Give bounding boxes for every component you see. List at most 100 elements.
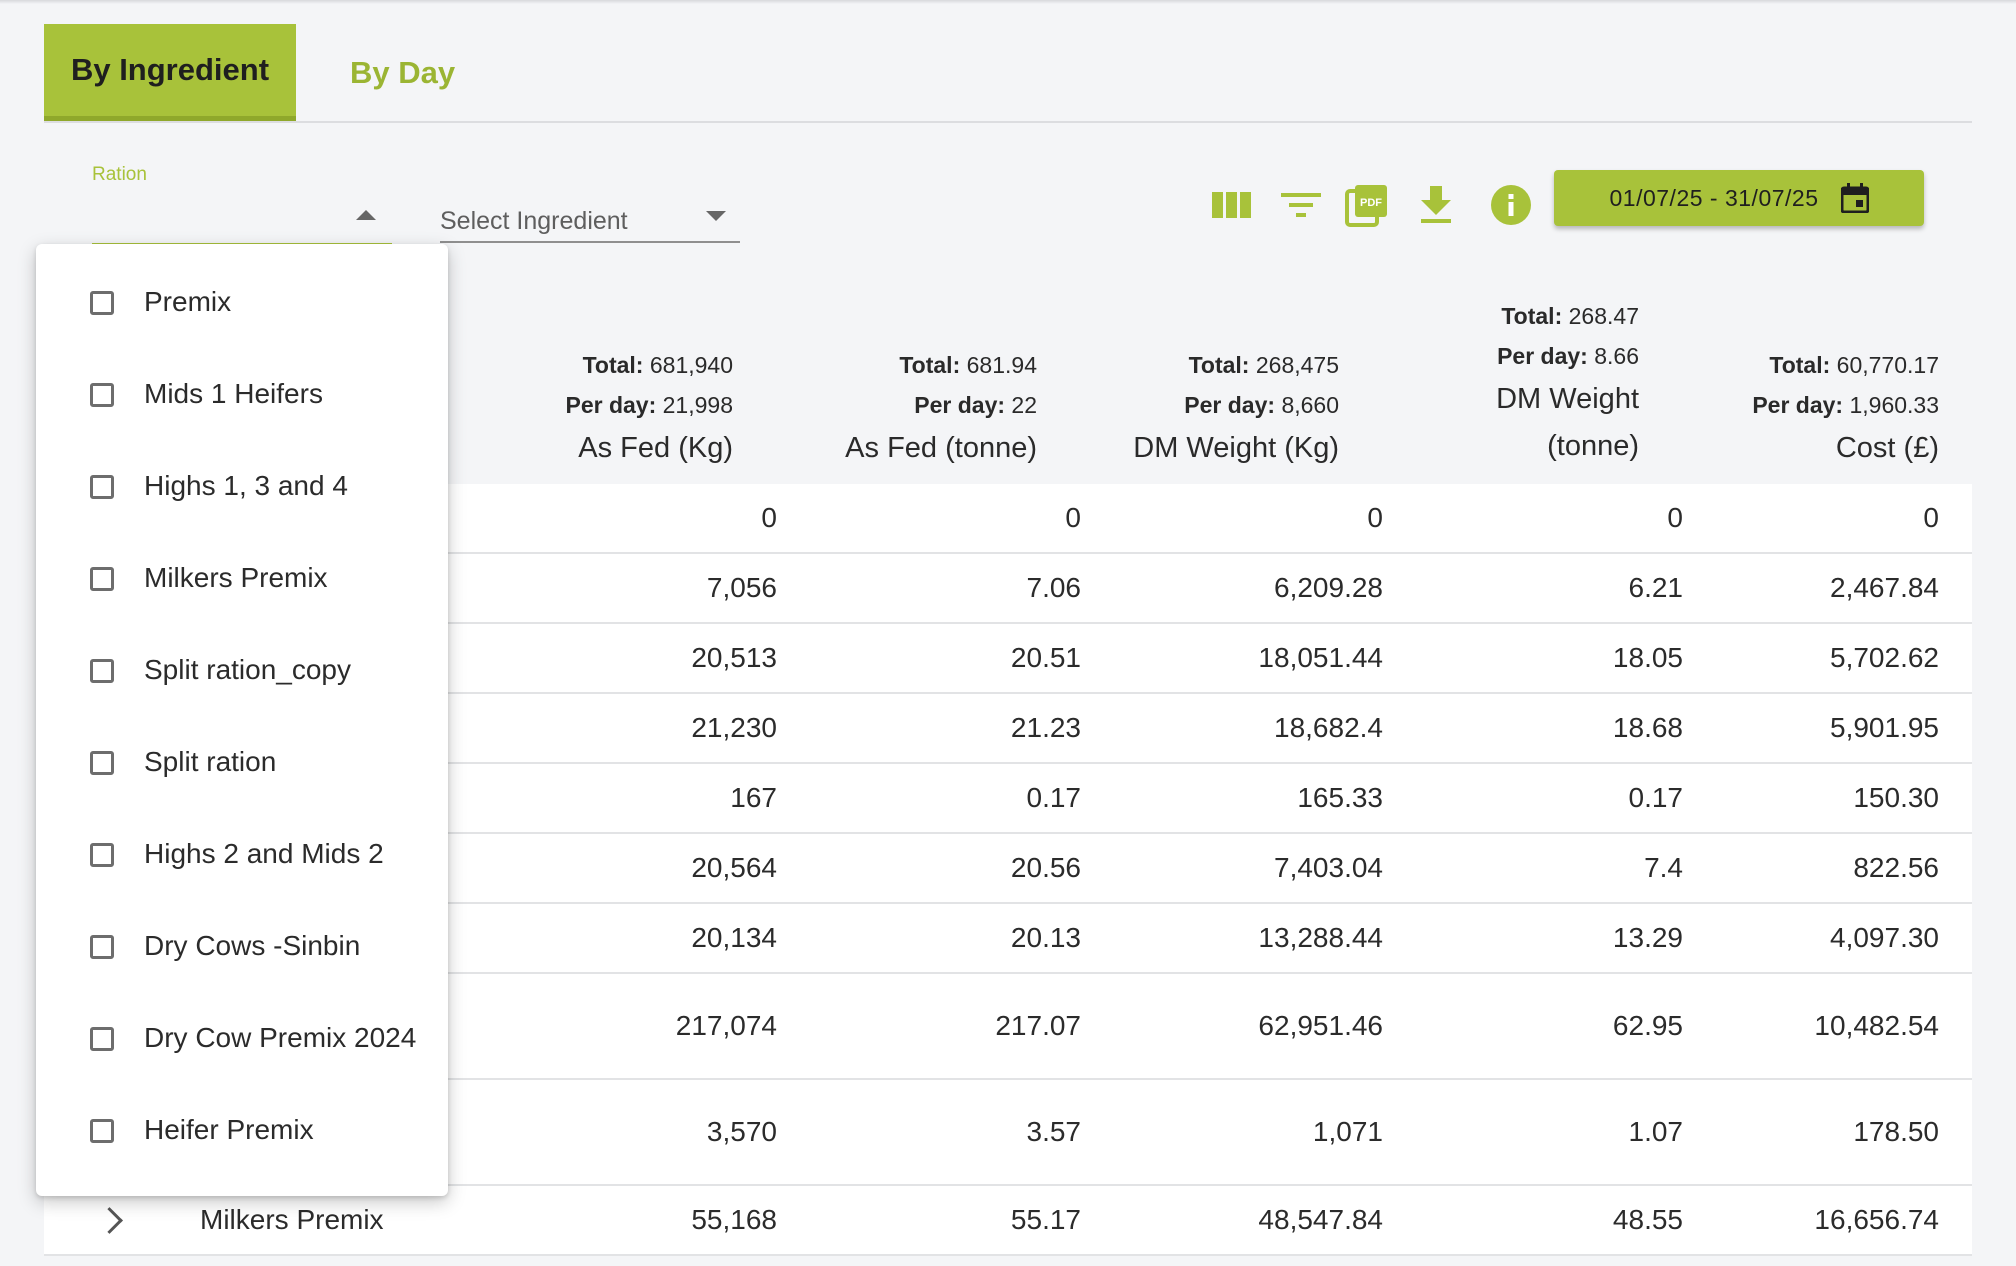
column-header-asfed-kg: Total: 681,940 Per day: 21,998 As Fed (K…	[565, 345, 733, 472]
checkbox[interactable]	[90, 291, 114, 315]
cell-asfed-tonne: 20.13	[1010, 922, 1081, 953]
column-title[interactable]: As Fed (tonne)	[845, 425, 1037, 472]
ration-option[interactable]: Milkers Premix	[36, 534, 448, 626]
perday-line: Per day: 21,998	[565, 392, 733, 418]
cell-asfed-tonne: 7.06	[1026, 572, 1082, 603]
total-line: Total: 268,475	[1188, 352, 1339, 378]
cell-asfed-tonne: 20.56	[1010, 852, 1081, 883]
ration-option[interactable]: Mids 1 Heifers	[36, 350, 448, 442]
checkbox[interactable]	[90, 1119, 114, 1143]
cell-dm-tonne: 6.21	[1628, 572, 1684, 603]
column-header-dm-tonne: Total: 268.47 Per day: 8.66 DM Weight (t…	[1496, 296, 1639, 470]
column-title[interactable]: DM Weight (Kg)	[1133, 425, 1339, 472]
ration-option[interactable]: Premix	[36, 258, 448, 350]
cell-asfed-kg: 0	[761, 502, 777, 533]
cell-dm-tonne: 0.17	[1628, 782, 1684, 813]
tab-by-ingredient[interactable]: By Ingredient	[44, 24, 296, 121]
perday-line: Per day: 1,960.33	[1752, 392, 1939, 418]
cell-dm-kg: 13,288.44	[1258, 922, 1383, 953]
date-range-button[interactable]: 01/07/25 - 31/07/25	[1554, 170, 1924, 226]
cell-asfed-tonne: 3.57	[1026, 1116, 1082, 1147]
cell-asfed-kg: 55,168	[691, 1204, 777, 1235]
cell-asfed-tonne: 21.23	[1010, 712, 1081, 743]
ingredient-select[interactable]: Select Ingredient	[440, 195, 740, 243]
cell-cost: 150.30	[1853, 782, 1939, 813]
cell-asfed-kg: 7,056	[706, 572, 777, 603]
cell-dm-tonne: 1.07	[1628, 1116, 1684, 1147]
calendar-icon	[1840, 183, 1869, 213]
cell-asfed-kg: 20,513	[691, 642, 777, 673]
cell-dm-kg: 62,951.46	[1258, 1010, 1383, 1041]
option-label: Split ration_copy	[144, 654, 352, 685]
ration-option[interactable]: Dry Cows -Sinbin	[36, 902, 448, 994]
column-header-asfed-tonne: Total: 681.94 Per day: 22 As Fed (tonne)	[845, 345, 1037, 472]
cell-asfed-kg: 217,074	[675, 1010, 777, 1041]
cell-dm-kg: 165.33	[1297, 782, 1383, 813]
caret-up-icon[interactable]	[356, 210, 376, 220]
total-line: Total: 60,770.17	[1769, 352, 1939, 378]
cell-dm-kg: 18,682.4	[1274, 712, 1383, 743]
cell-asfed-tonne: 20.51	[1010, 642, 1081, 673]
cell-asfed-tonne: 0.17	[1026, 782, 1082, 813]
column-title[interactable]: Cost (£)	[1752, 425, 1939, 472]
ration-option[interactable]: Highs 1, 3 and 4	[36, 442, 448, 534]
ration-option[interactable]: Heifer Premix	[36, 1086, 448, 1178]
cell-dm-kg: 48,547.84	[1258, 1204, 1383, 1235]
download-icon[interactable]	[1413, 182, 1459, 228]
option-label: Mids 1 Heifers	[144, 378, 323, 409]
column-title[interactable]: As Fed (Kg)	[565, 425, 733, 472]
filter-icon[interactable]	[1278, 182, 1324, 228]
top-shadow	[0, 0, 2016, 4]
cell-dm-tonne: 0	[1667, 502, 1683, 533]
checkbox[interactable]	[90, 383, 114, 407]
cell-cost: 4,097.30	[1830, 922, 1939, 953]
ration-option[interactable]: Split ration	[36, 718, 448, 810]
cell-cost: 2,467.84	[1830, 572, 1939, 603]
checkbox[interactable]	[90, 1027, 114, 1051]
cell-dm-tonne: 18.68	[1612, 712, 1683, 743]
pdf-icon[interactable]: PDF	[1344, 182, 1390, 228]
cell-dm-tonne: 13.29	[1612, 922, 1683, 953]
option-label: Heifer Premix	[144, 1114, 314, 1145]
total-line: Total: 681,940	[582, 352, 733, 378]
chevron-right-icon[interactable]	[96, 1207, 123, 1234]
checkbox[interactable]	[90, 567, 114, 591]
checkbox[interactable]	[90, 751, 114, 775]
ingredient-placeholder: Select Ingredient	[440, 207, 628, 235]
cell-dm-tonne: 48.55	[1612, 1204, 1683, 1235]
cell-asfed-kg: 21,230	[691, 712, 777, 743]
option-label: Dry Cows -Sinbin	[144, 930, 361, 961]
checkbox[interactable]	[90, 475, 114, 499]
table-row[interactable]: Milkers Premix 55,168 55.17 48,547.84 48…	[44, 1186, 1972, 1256]
cell-dm-tonne: 7.4	[1644, 852, 1683, 883]
cell-cost: 0	[1923, 502, 1939, 533]
column-title[interactable]: DM Weight	[1496, 376, 1639, 423]
cell-dm-kg: 6,209.28	[1274, 572, 1383, 603]
info-icon[interactable]	[1488, 182, 1534, 228]
caret-down-icon[interactable]	[706, 211, 726, 221]
ration-option[interactable]: Dry Cow Premix 2024	[36, 994, 448, 1086]
ration-option[interactable]: Split ration_copy	[36, 626, 448, 718]
cell-asfed-kg: 20,134	[691, 922, 777, 953]
column-header-cost: Total: 60,770.17 Per day: 1,960.33 Cost …	[1752, 345, 1939, 472]
option-label: Highs 2 and Mids 2	[144, 838, 384, 869]
cell-dm-kg: 18,051.44	[1258, 642, 1383, 673]
tab-by-day[interactable]: By Day	[332, 24, 562, 121]
columns-icon[interactable]	[1209, 182, 1255, 228]
cell-asfed-kg: 3,570	[706, 1116, 777, 1147]
cell-cost: 822.56	[1853, 852, 1939, 883]
cell-asfed-tonne: 217.07	[995, 1010, 1081, 1041]
checkbox[interactable]	[90, 659, 114, 683]
date-range-text: 01/07/25 - 31/07/25	[1609, 184, 1819, 211]
cell-cost: 16,656.74	[1814, 1204, 1939, 1235]
ration-option[interactable]: Highs 2 and Mids 2	[36, 810, 448, 902]
checkbox[interactable]	[90, 935, 114, 959]
checkbox[interactable]	[90, 843, 114, 867]
ration-dropdown: Premix Mids 1 Heifers Highs 1, 3 and 4 M…	[36, 244, 448, 1196]
cell-asfed-kg: 167	[730, 782, 777, 813]
total-line: Total: 681.94	[899, 352, 1037, 378]
cell-dm-kg: 7,403.04	[1274, 852, 1383, 883]
ration-select[interactable]: Ration	[92, 160, 392, 247]
option-label: Dry Cow Premix 2024	[144, 1022, 417, 1053]
cell-dm-kg: 0	[1367, 502, 1383, 533]
